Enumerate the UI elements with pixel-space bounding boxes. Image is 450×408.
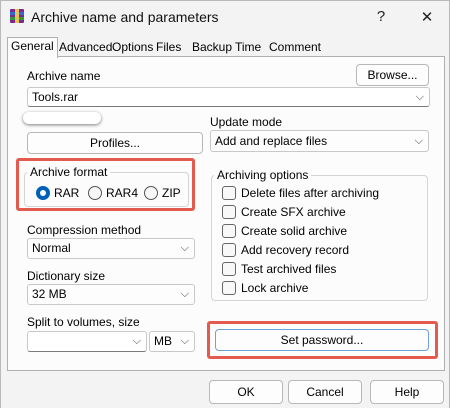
checkbox-recovery-record-label: Add recovery record (241, 243, 350, 257)
checkbox-test-files-label: Test archived files (241, 262, 337, 276)
split-volumes-label: Split to volumes, size (27, 315, 140, 329)
split-unit-select[interactable]: MB ⌵ (149, 331, 195, 352)
chevron-down-icon: ⌵ (415, 91, 424, 103)
update-mode-select[interactable]: Add and replace files ⌵ (210, 130, 429, 152)
chevron-down-icon: ⌵ (414, 135, 423, 147)
compression-method-select[interactable]: Normal ⌵ (27, 238, 195, 259)
help-button[interactable]: Help (370, 380, 444, 404)
checkbox-delete-files[interactable]: Delete files after archiving (222, 186, 379, 200)
split-unit-value: MB (154, 334, 172, 348)
chevron-down-icon: ⌵ (132, 335, 141, 347)
checkbox-icon (222, 281, 236, 295)
dictionary-size-label: Dictionary size (27, 269, 106, 283)
archive-name-label: Archive name (27, 69, 101, 83)
archiving-options-label: Archiving options (214, 168, 312, 182)
compression-method-value: Normal (32, 241, 71, 255)
cancel-button[interactable]: Cancel (288, 380, 362, 404)
checkbox-create-sfx[interactable]: Create SFX archive (222, 205, 346, 219)
dialog-footer: OK Cancel Help (1, 371, 449, 408)
profiles-button[interactable]: Profiles... (27, 132, 203, 154)
archive-name-field[interactable]: Tools.rar ⌵ (27, 87, 430, 107)
tab-comment[interactable]: Comment (266, 39, 324, 57)
tab-advanced[interactable]: Advanced (56, 39, 115, 57)
winrar-icon (10, 9, 24, 23)
checkbox-solid-archive-label: Create solid archive (241, 224, 348, 238)
dictionary-size-value: 32 MB (32, 287, 67, 301)
update-mode-value: Add and replace files (215, 134, 328, 148)
checkbox-icon (222, 224, 236, 238)
help-title-button[interactable]: ? (359, 1, 403, 32)
compression-method-label: Compression method (27, 223, 142, 237)
checkbox-lock-archive[interactable]: Lock archive (222, 281, 308, 295)
update-mode-label: Update mode (210, 115, 283, 129)
window-title: Archive name and parameters (31, 9, 219, 25)
checkbox-icon (222, 205, 236, 219)
tab-options[interactable]: Options (109, 39, 156, 57)
checkbox-icon (222, 186, 236, 200)
split-volumes-input[interactable]: ⌵ (27, 331, 147, 352)
checkbox-test-files[interactable]: Test archived files (222, 262, 336, 276)
tab-files[interactable]: Files (153, 39, 184, 57)
checkbox-recovery-record[interactable]: Add recovery record (222, 243, 349, 257)
tab-general[interactable]: General (7, 37, 58, 58)
browse-button[interactable]: Browse... (356, 64, 429, 86)
close-button[interactable]: ✕ (405, 1, 449, 32)
checkbox-delete-files-label: Delete files after archiving (241, 186, 380, 200)
ok-button[interactable]: OK (209, 380, 283, 404)
dictionary-size-select[interactable]: 32 MB ⌵ (27, 284, 195, 305)
archive-format-highlight (16, 158, 195, 211)
checkbox-icon (222, 243, 236, 257)
archive-dialog: Archive name and parameters ? ✕ General … (0, 0, 450, 408)
tab-time[interactable]: Time (232, 39, 264, 57)
checkbox-create-sfx-label: Create SFX archive (241, 205, 346, 219)
title-bar: Archive name and parameters ? ✕ (1, 1, 449, 32)
tab-strip: General Advanced Options Files Backup Ti… (7, 37, 447, 58)
chevron-down-icon: ⌵ (180, 288, 189, 300)
checkbox-solid-archive[interactable]: Create solid archive (222, 224, 347, 238)
checkbox-icon (222, 262, 236, 276)
checkbox-lock-archive-label: Lock archive (241, 281, 309, 295)
tab-backup[interactable]: Backup (189, 39, 235, 57)
set-password-highlight (207, 321, 438, 359)
chevron-down-icon: ⌵ (180, 242, 189, 254)
general-panel: Archive name Browse... Tools.rar ⌵ Profi… (7, 56, 445, 371)
tooltip-remnant (23, 112, 101, 124)
archive-name-value: Tools.rar (32, 90, 79, 104)
chevron-down-icon: ⌵ (180, 335, 189, 347)
